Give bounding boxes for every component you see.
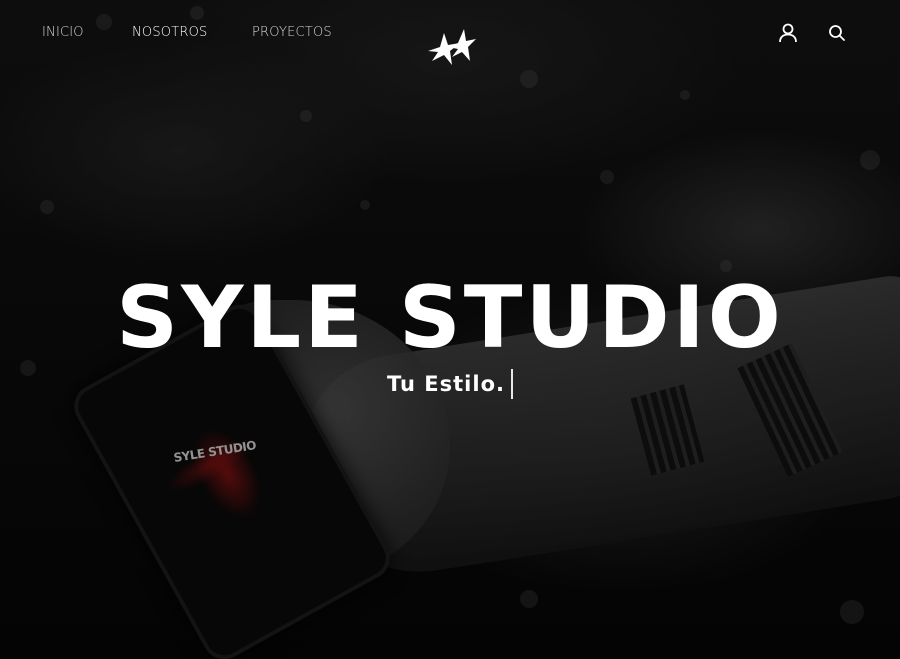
nav-link-proyectos[interactable]: PROYECTOS [252, 25, 332, 40]
user-icon[interactable] [777, 22, 799, 44]
search-icon[interactable] [826, 22, 848, 44]
hero-title: SYLE STUDIO [116, 268, 784, 368]
hero-section: SYLE STUDIO INICIO NOSOTROS PROYECTOS SY… [0, 0, 900, 659]
hero-tagline: Tu Estilo. [0, 368, 900, 400]
nav-link-nosotros[interactable]: NOSOTROS [132, 25, 208, 40]
tagline-text: Tu Estilo. [387, 372, 505, 396]
nav-link-inicio[interactable]: INICIO [42, 25, 84, 40]
typing-cursor [510, 369, 513, 399]
top-navigation: INICIO NOSOTROS PROYECTOS [0, 0, 900, 68]
double-star-logo-icon[interactable] [424, 25, 478, 69]
